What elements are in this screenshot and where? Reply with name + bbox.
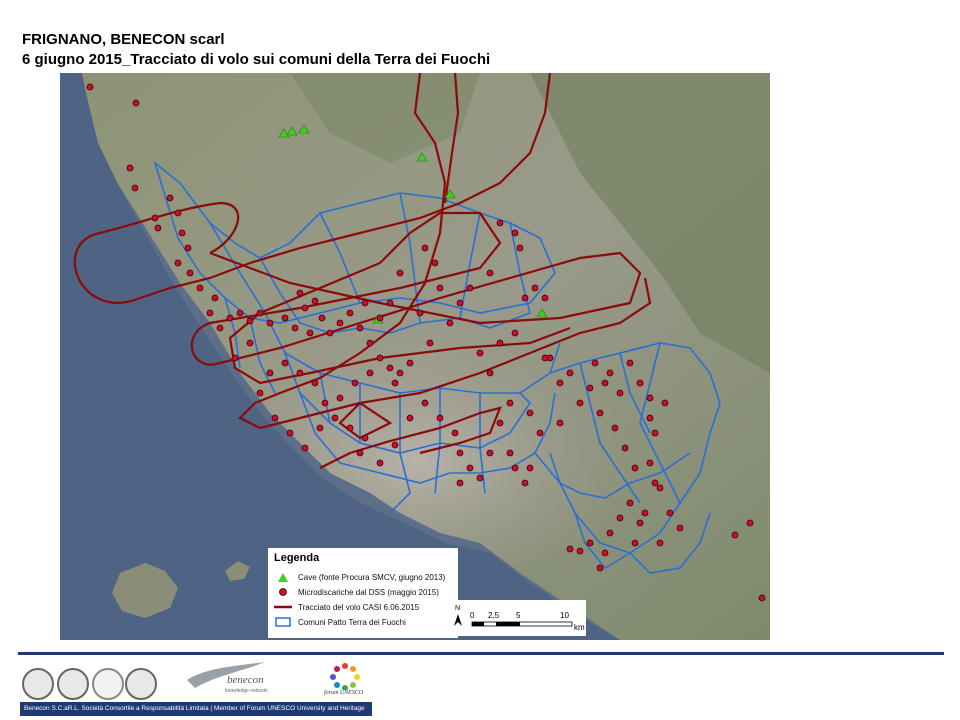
map-legend: Legenda Cave (fonte Procura SMCV, giugno… (268, 548, 458, 638)
scale-track (471, 621, 573, 627)
title-line-2: 6 giugno 2015_Tracciato di volo sui comu… (22, 51, 491, 68)
legend-label-dumps: Microdiscariche dal DSS (maggio 2015) (298, 587, 439, 597)
legend-item-dumps: Microdiscariche dal DSS (maggio 2015) (274, 585, 439, 599)
seal-logo-4 (125, 668, 157, 700)
scale-label-10: 10 (560, 611, 569, 620)
seal-logo-1 (22, 668, 54, 700)
footer-divider (18, 652, 944, 655)
slide-title: FRIGNANO, BENECON scarl 6 giugno 2015_Tr… (22, 30, 490, 70)
legend-label-municipalities: Comuni Patto Terra dei Fuochi (298, 617, 406, 627)
scale-seg-1 (472, 622, 484, 626)
scale-seg-2 (496, 622, 520, 626)
north-label: N (455, 605, 460, 612)
red-circle-icon (274, 586, 292, 598)
legend-label-route: Tracciato del volo CASI 6.06.2015 (298, 602, 420, 612)
scale-label-0: 0 (470, 611, 475, 620)
scale-label-5: 5 (516, 611, 521, 620)
title-line-1: FRIGNANO, BENECON scarl (22, 31, 225, 48)
legend-item-municipalities: Comuni Patto Terra dei Fuochi (274, 615, 406, 629)
benecon-logo: benecon knowledge network (185, 658, 270, 698)
forum-people-icon (330, 663, 360, 691)
scale-label-2-5: 2,5 (488, 611, 500, 620)
scale-unit: km (574, 623, 585, 632)
legend-item-quarries: Cave (fonte Procura SMCV, giugno 2013) (274, 570, 445, 584)
legend-item-route: Tracciato del volo CASI 6.06.2015 (274, 600, 419, 614)
legend-title: Legenda (274, 552, 320, 564)
benecon-name: benecon (227, 674, 264, 686)
seal-logo-3 (92, 668, 124, 700)
forum-unesco-logo: forum UNESCO (324, 660, 366, 700)
scale-bar: N 0 2,5 5 10 km (446, 600, 586, 636)
blue-outline-icon (274, 616, 292, 628)
forum-name: forum UNESCO (324, 690, 364, 696)
north-arrow-icon (454, 614, 462, 626)
footer-bar: Benecon S.C.aR.L. Società Consortile a R… (20, 702, 372, 716)
benecon-sub: knowledge network (225, 688, 268, 694)
legend-label-quarries: Cave (fonte Procura SMCV, giugno 2013) (298, 572, 446, 582)
route-line-icon (274, 601, 292, 613)
scale-svg: N 0 2,5 5 10 km (454, 605, 585, 632)
green-triangle-icon (274, 571, 292, 583)
seal-logo-2 (57, 668, 89, 700)
